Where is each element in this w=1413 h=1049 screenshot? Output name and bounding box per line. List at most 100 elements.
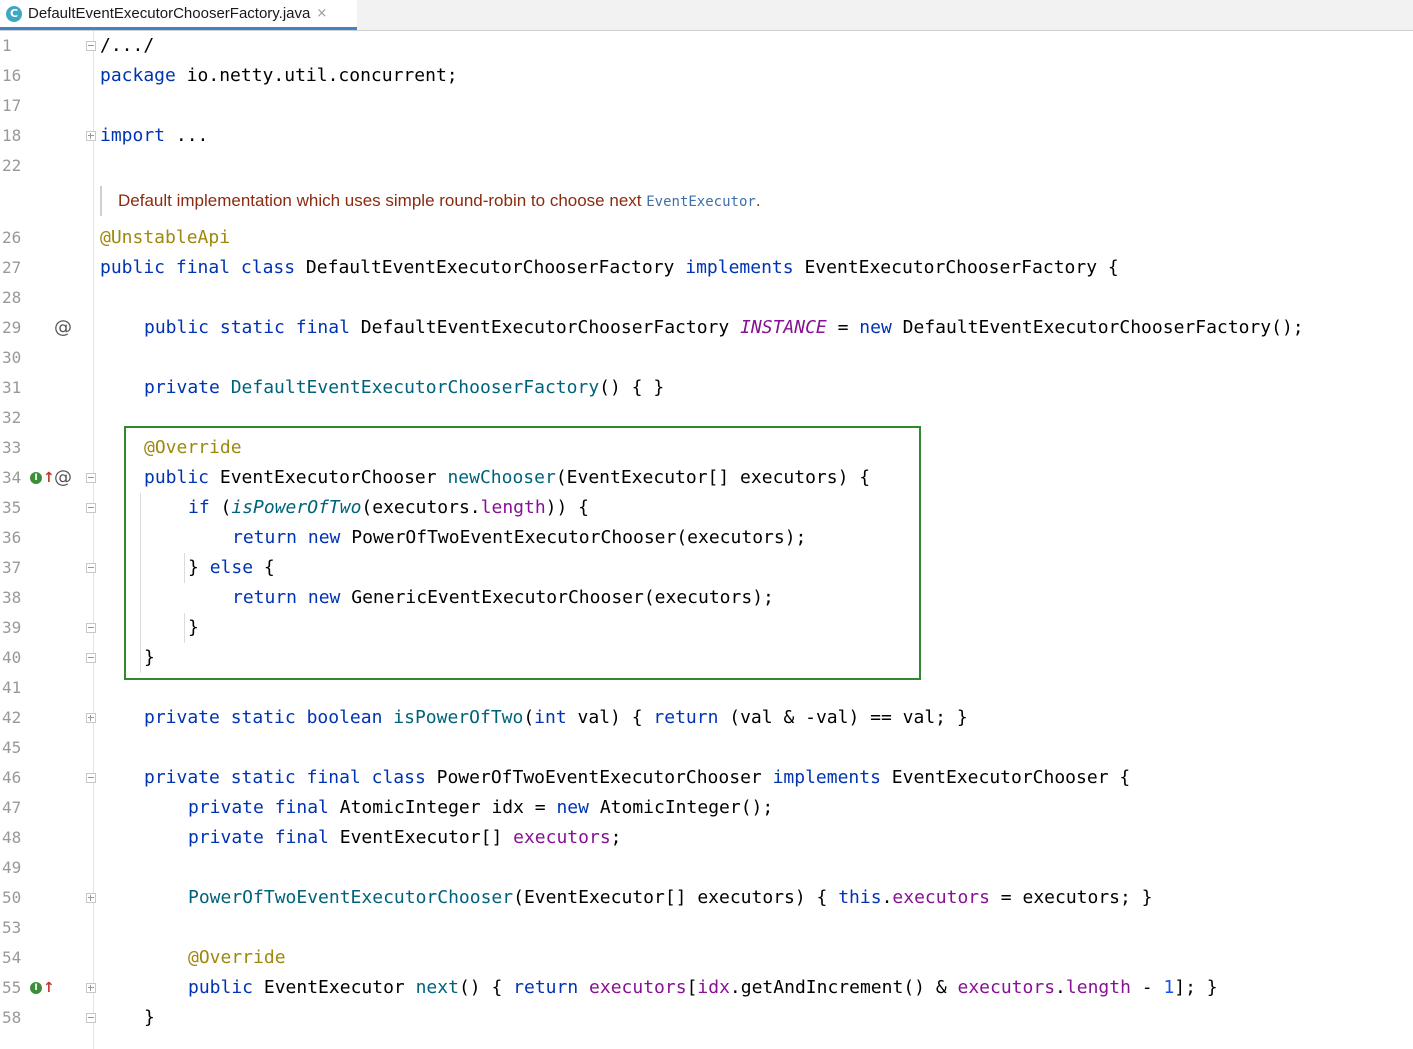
line-number: 22: [2, 156, 22, 175]
code-line[interactable]: 27 public final class DefaultEventExecuto…: [0, 253, 1413, 283]
code-line[interactable]: 48 private final EventExecutor[] executor…: [0, 823, 1413, 853]
code-text[interactable]: private static boolean isPowerOfTwo(int …: [144, 703, 968, 733]
code-text[interactable]: public static final DefaultEventExecutor…: [144, 313, 1304, 343]
class-file-icon: C: [6, 5, 22, 22]
line-number: 27: [2, 258, 22, 277]
javadoc-rendered: Default implementation which uses simple…: [100, 186, 761, 216]
line-number: 39: [2, 618, 22, 637]
javadoc-link[interactable]: EventExecutor: [646, 194, 756, 210]
code-text[interactable]: private final EventExecutor[] executors;: [188, 823, 622, 853]
code-line[interactable]: 22: [0, 151, 1413, 181]
fold-toggle-icon[interactable]: [86, 773, 96, 783]
code-line[interactable]: 45: [0, 733, 1413, 763]
indent-guide: [184, 613, 185, 643]
implements-gutter-icon[interactable]: I: [30, 472, 42, 484]
code-text[interactable]: private DefaultEventExecutorChooserFacto…: [144, 373, 664, 403]
line-number: 1: [2, 36, 12, 55]
line-number: 38: [2, 588, 22, 607]
line-number: 33: [2, 438, 22, 457]
code-line[interactable]: 29 public static final DefaultEventExecut…: [0, 313, 1413, 343]
line-number: 42: [2, 708, 22, 727]
line-number: 53: [2, 918, 22, 937]
overrides-arrow-icon[interactable]: ↑: [43, 981, 55, 995]
javadoc-tail: .: [755, 191, 761, 210]
code-text[interactable]: import ...: [100, 121, 208, 151]
fold-toggle-icon[interactable]: [86, 563, 96, 573]
line-number: 28: [2, 288, 22, 307]
code-text[interactable]: package io.netty.util.concurrent;: [100, 61, 458, 91]
line-number: 55: [2, 978, 22, 997]
annotation-gutter-icon[interactable]: @: [54, 313, 72, 343]
indent-guide: [184, 553, 185, 583]
line-number: 34: [2, 468, 22, 487]
annotation-gutter-icon[interactable]: @: [54, 463, 72, 493]
code-line[interactable]: 16 package io.netty.util.concurrent;: [0, 61, 1413, 91]
fold-toggle-icon[interactable]: [86, 1013, 96, 1023]
overrides-arrow-icon[interactable]: ↑: [43, 471, 55, 485]
indent-guide: [140, 493, 141, 673]
code-line[interactable]: 58}: [0, 1003, 1413, 1033]
line-number: 50: [2, 888, 22, 907]
implements-gutter-icon[interactable]: I: [30, 982, 42, 994]
code-text[interactable]: /.../: [100, 31, 154, 61]
fold-toggle-icon[interactable]: [86, 983, 96, 993]
code-line[interactable]: 47 private final AtomicInteger idx = new …: [0, 793, 1413, 823]
code-line[interactable]: 46 private static final class PowerOfTwoE…: [0, 763, 1413, 793]
code-line[interactable]: 50 PowerOfTwoEventExecutorChooser(EventEx…: [0, 883, 1413, 913]
fold-toggle-icon[interactable]: [86, 893, 96, 903]
code-line[interactable]: 17: [0, 91, 1413, 121]
line-number: 41: [2, 678, 22, 697]
code-text[interactable]: }: [144, 1003, 155, 1033]
fold-toggle-icon[interactable]: [86, 131, 96, 141]
code-text[interactable]: @UnstableApi: [100, 223, 230, 253]
highlight-box: [124, 426, 921, 680]
code-line[interactable]: 1 /.../: [0, 31, 1413, 61]
fold-toggle-icon[interactable]: [86, 41, 96, 51]
code-line[interactable]: 54 @Override: [0, 943, 1413, 973]
code-text[interactable]: @Override: [188, 943, 286, 973]
file-tab-title[interactable]: DefaultEventExecutorChooserFactory.java: [28, 5, 310, 22]
line-number: 26: [2, 228, 22, 247]
line-number: 31: [2, 378, 22, 397]
fold-toggle-icon[interactable]: [86, 623, 96, 633]
line-number: 18: [2, 126, 22, 145]
line-number: 32: [2, 408, 22, 427]
line-number: 49: [2, 858, 22, 877]
code-line[interactable]: 31 private DefaultEventExecutorChooserFac…: [0, 373, 1413, 403]
code-line[interactable]: 42 private static boolean isPowerOfTwo(in…: [0, 703, 1413, 733]
code-line[interactable]: 55 public EventExecutor next() { return e…: [0, 973, 1413, 1003]
line-number: 16: [2, 66, 22, 85]
line-number: 29: [2, 318, 22, 337]
code-line[interactable]: 53: [0, 913, 1413, 943]
line-number: 47: [2, 798, 22, 817]
code-line[interactable]: 28: [0, 283, 1413, 313]
code-line[interactable]: 26 @UnstableApi: [0, 223, 1413, 253]
line-number: 30: [2, 348, 22, 367]
line-number: 17: [2, 96, 22, 115]
code-text[interactable]: private final AtomicInteger idx = new At…: [188, 793, 773, 823]
line-number: 35: [2, 498, 22, 517]
javadoc-text: Default implementation which uses simple…: [118, 191, 647, 210]
line-number: 37: [2, 558, 22, 577]
code-text[interactable]: private static final class PowerOfTwoEve…: [144, 763, 1130, 793]
line-number: 48: [2, 828, 22, 847]
code-line[interactable]: 30: [0, 343, 1413, 373]
code-text[interactable]: public final class DefaultEventExecutorC…: [100, 253, 1119, 283]
editor-tab-bar: C DefaultEventExecutorChooserFactory.jav…: [0, 0, 1413, 31]
file-tab[interactable]: C DefaultEventExecutorChooserFactory.jav…: [0, 0, 357, 30]
line-number: 54: [2, 948, 22, 967]
code-text[interactable]: public EventExecutor next() { return exe…: [188, 973, 1218, 1003]
fold-toggle-icon[interactable]: [86, 503, 96, 513]
fold-toggle-icon[interactable]: [86, 653, 96, 663]
line-number: 58: [2, 1008, 22, 1027]
line-number: 40: [2, 648, 22, 667]
line-number: 46: [2, 768, 22, 787]
code-line[interactable]: 18 import ...: [0, 121, 1413, 151]
line-number: 36: [2, 528, 22, 547]
code-line[interactable]: 49: [0, 853, 1413, 883]
close-tab-icon[interactable]: ×: [316, 6, 327, 21]
line-number: 45: [2, 738, 22, 757]
code-text[interactable]: PowerOfTwoEventExecutorChooser(EventExec…: [188, 883, 1153, 913]
fold-toggle-icon[interactable]: [86, 713, 96, 723]
fold-toggle-icon[interactable]: [86, 473, 96, 483]
